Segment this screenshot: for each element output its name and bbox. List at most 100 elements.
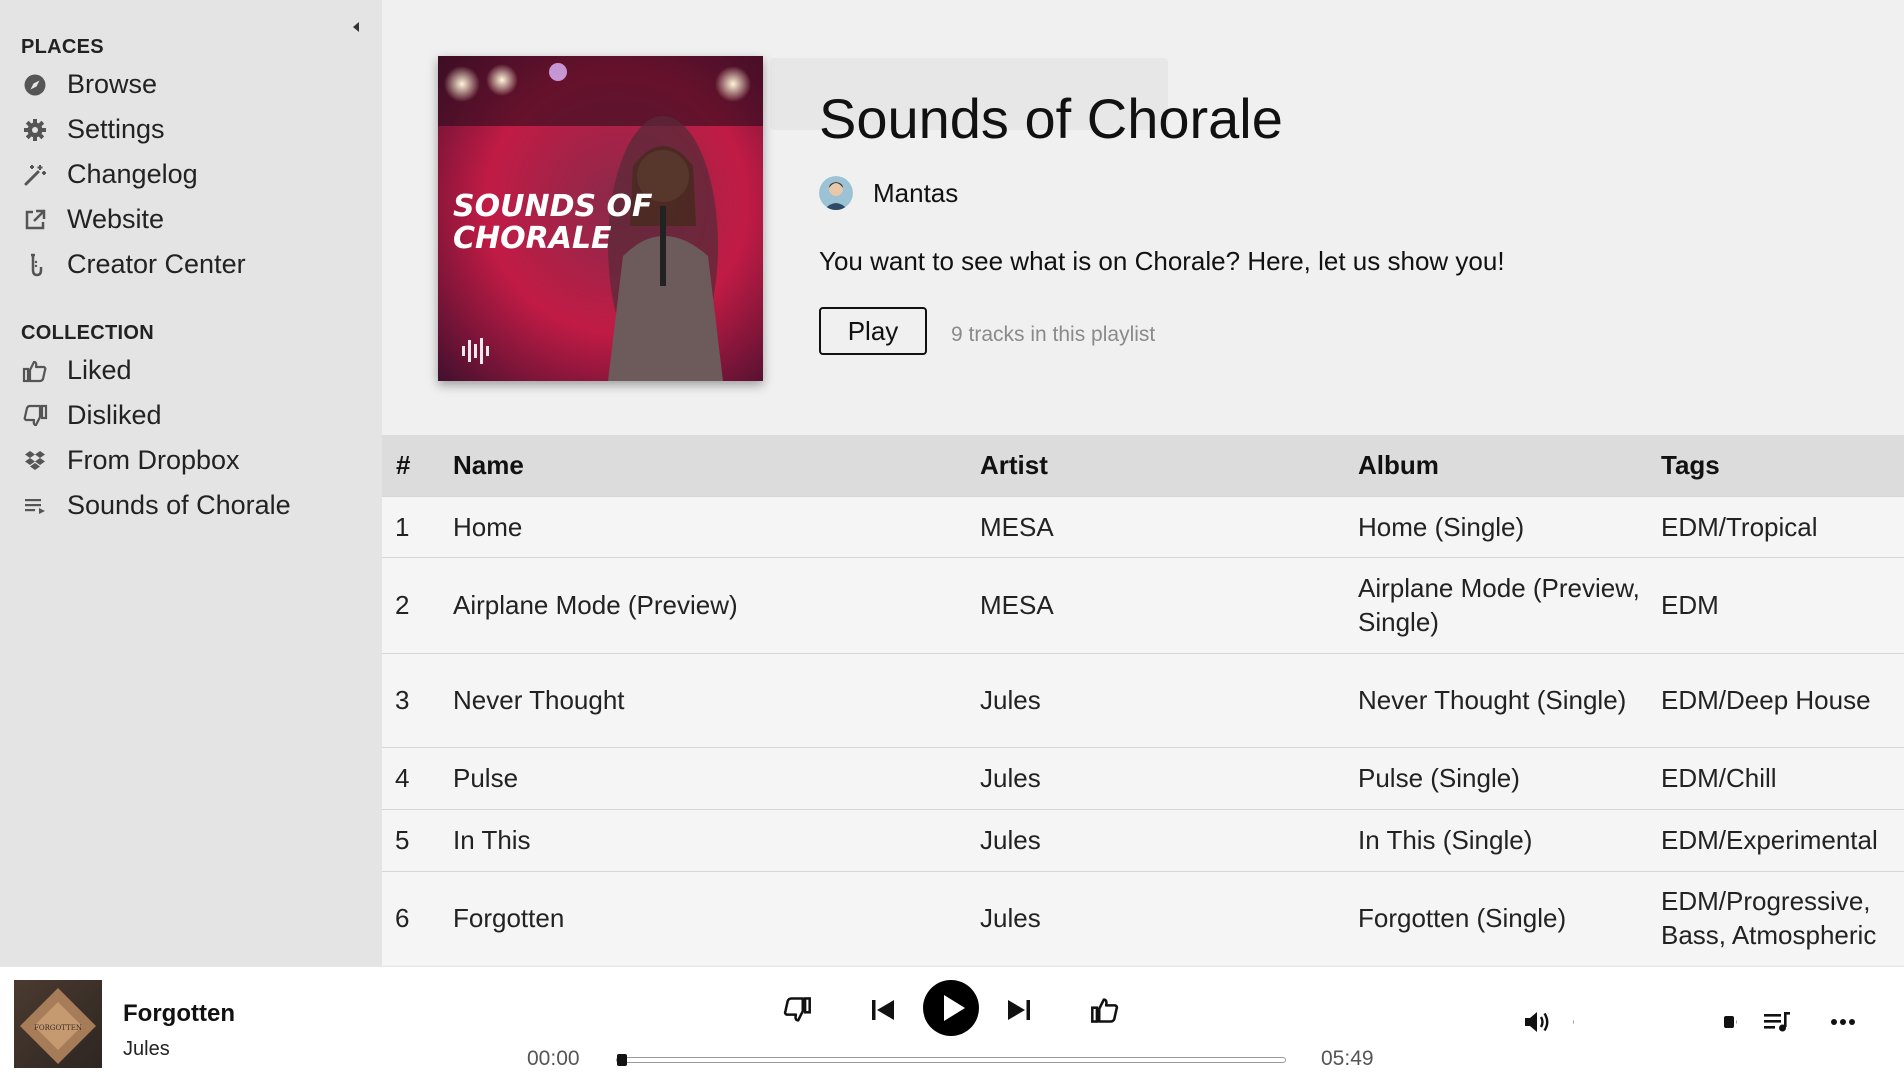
collapse-sidebar-button[interactable]	[350, 20, 362, 34]
now-playing-title[interactable]: Forgotten	[123, 1000, 235, 1028]
sidebar-item-creator-center[interactable]: Creator Center	[0, 242, 382, 287]
player-bar: FORGOTTEN Forgotten Jules 00:00 05:49	[0, 966, 1904, 1081]
elapsed-time: 00:00	[527, 1047, 580, 1070]
track-album[interactable]: Airplane Mode (Preview, Single)	[1358, 557, 1661, 653]
next-track-button[interactable]	[1002, 993, 1036, 1027]
cover-title-line2: CHORALE	[453, 221, 612, 256]
volume-icon	[1525, 1012, 1549, 1032]
sidebar-item-settings[interactable]: Settings	[0, 107, 382, 152]
track-artist[interactable]: Jules	[980, 871, 1358, 965]
track-name: Never Thought	[453, 685, 625, 715]
track-album[interactable]: Home (Single)	[1358, 496, 1661, 557]
now-playing-art-text: FORGOTTEN	[34, 1024, 82, 1032]
seek-bar[interactable]	[616, 1054, 1286, 1066]
sidebar-item-label: Browse	[67, 69, 158, 99]
volume-slider-fill	[1574, 1019, 1736, 1025]
thumbs-up-icon	[22, 358, 48, 384]
now-playing-artist[interactable]: Jules	[123, 1038, 170, 1061]
skip-previous-icon	[872, 1000, 894, 1020]
table-row[interactable]: 2 Airplane Mode (Preview) MESA Airplane …	[382, 557, 1904, 653]
track-number: 5	[395, 825, 410, 855]
gear-icon	[22, 117, 48, 143]
compass-icon	[22, 72, 48, 98]
places-heading: PLACES	[21, 36, 104, 58]
playlist-cover-art: SOUNDS OF CHORALE	[438, 56, 763, 381]
track-album[interactable]: In This (Single)	[1358, 809, 1661, 871]
table-row[interactable]: 6 Forgotten Jules Forgotten (Single) EDM…	[382, 871, 1904, 965]
track-name: In This	[453, 825, 531, 855]
sidebar-item-sounds-of-chorale[interactable]: Sounds of Chorale	[0, 483, 382, 528]
dropbox-icon	[22, 448, 48, 474]
sidebar-item-label: Website	[67, 204, 165, 234]
magic-wand-icon	[22, 162, 48, 188]
play-pause-button[interactable]	[922, 979, 980, 1037]
track-album[interactable]: Never Thought (Single)	[1358, 653, 1661, 747]
table-header-row: # Name Artist Album Tags	[382, 435, 1904, 496]
sidebar: PLACES Browse Settings Changelog Website	[0, 0, 382, 966]
column-header-artist[interactable]: Artist	[980, 435, 1358, 496]
volume-slider-handle[interactable]	[1724, 1016, 1734, 1028]
volume-slider[interactable]	[1573, 1016, 1737, 1028]
external-link-icon	[22, 207, 48, 233]
playlist-description: You want to see what is on Chorale? Here…	[819, 246, 1505, 276]
collection-list: Liked Disliked From Dropbox Sounds of Ch…	[0, 348, 382, 528]
playlist-icon	[22, 493, 48, 519]
track-artist[interactable]: MESA	[980, 557, 1358, 653]
play-icon	[923, 980, 979, 1036]
track-tags: EDM/Deep House	[1661, 685, 1871, 715]
column-header-name[interactable]: Name	[453, 435, 980, 496]
playlist-owner[interactable]: Mantas	[819, 176, 958, 210]
now-playing-art[interactable]: FORGOTTEN	[14, 980, 102, 1068]
track-name: Forgotten	[453, 903, 565, 934]
more-options-button[interactable]	[1826, 1005, 1860, 1039]
sidebar-item-label: Disliked	[67, 400, 162, 430]
track-number: 2	[395, 590, 410, 620]
thumbs-up-icon	[1091, 998, 1119, 1023]
track-album[interactable]: Forgotten (Single)	[1358, 871, 1661, 965]
column-header-tags[interactable]: Tags	[1661, 435, 1904, 496]
sidebar-item-changelog[interactable]: Changelog	[0, 152, 382, 197]
table-row[interactable]: 5 In This Jules In This (Single) EDM/Exp…	[382, 809, 1904, 871]
like-button[interactable]	[1088, 993, 1122, 1027]
track-artist[interactable]: Jules	[980, 809, 1358, 871]
places-list: Browse Settings Changelog Website Creato…	[0, 62, 382, 287]
track-artist[interactable]: MESA	[980, 496, 1358, 557]
track-tags: EDM/Progressive, Bass, Atmospheric	[1661, 886, 1877, 951]
queue-button[interactable]	[1760, 1005, 1794, 1039]
collection-heading: COLLECTION	[21, 322, 154, 344]
playlist-title: Sounds of Chorale	[819, 87, 1283, 150]
track-tags: EDM/Tropical	[1661, 511, 1818, 542]
sidebar-item-label: Changelog	[67, 159, 198, 189]
table-row[interactable]: 4 Pulse Jules Pulse (Single) EDM/Chill	[382, 747, 1904, 809]
skip-next-icon	[1008, 1000, 1030, 1020]
track-tags: EDM/Experimental	[1661, 825, 1878, 855]
previous-track-button[interactable]	[866, 993, 900, 1027]
sidebar-item-website[interactable]: Website	[0, 197, 382, 242]
track-name: Home	[453, 511, 523, 542]
track-artist[interactable]: Jules	[980, 747, 1358, 809]
table-row[interactable]: 3 Never Thought Jules Never Thought (Sin…	[382, 653, 1904, 747]
saxophone-icon	[22, 252, 48, 278]
queue-icon	[1764, 1012, 1790, 1032]
sidebar-item-from-dropbox[interactable]: From Dropbox	[0, 438, 382, 483]
sidebar-item-disliked[interactable]: Disliked	[0, 393, 382, 438]
thumbs-down-icon	[783, 997, 811, 1022]
track-tags: EDM/Chill	[1661, 763, 1777, 793]
table-row[interactable]: 1 Home MESA Home (Single) EDM/Tropical	[382, 496, 1904, 557]
track-name: Airplane Mode (Preview)	[453, 590, 738, 620]
track-number: 1	[395, 511, 410, 542]
track-artist[interactable]: Jules	[980, 653, 1358, 747]
more-horizontal-icon	[1831, 1019, 1855, 1025]
dislike-button[interactable]	[780, 993, 814, 1027]
mute-button[interactable]	[1520, 1005, 1554, 1039]
play-button[interactable]: Play	[819, 307, 927, 355]
sidebar-item-liked[interactable]: Liked	[0, 348, 382, 393]
column-header-number[interactable]: #	[382, 435, 453, 496]
column-header-album[interactable]: Album	[1358, 435, 1661, 496]
sidebar-item-label: Creator Center	[67, 249, 246, 279]
track-album[interactable]: Pulse (Single)	[1358, 747, 1661, 809]
total-duration: 05:49	[1321, 1047, 1374, 1070]
cover-title-line1: SOUNDS OF	[453, 189, 653, 224]
sidebar-item-browse[interactable]: Browse	[0, 62, 382, 107]
seek-bar-handle[interactable]	[617, 1054, 627, 1066]
